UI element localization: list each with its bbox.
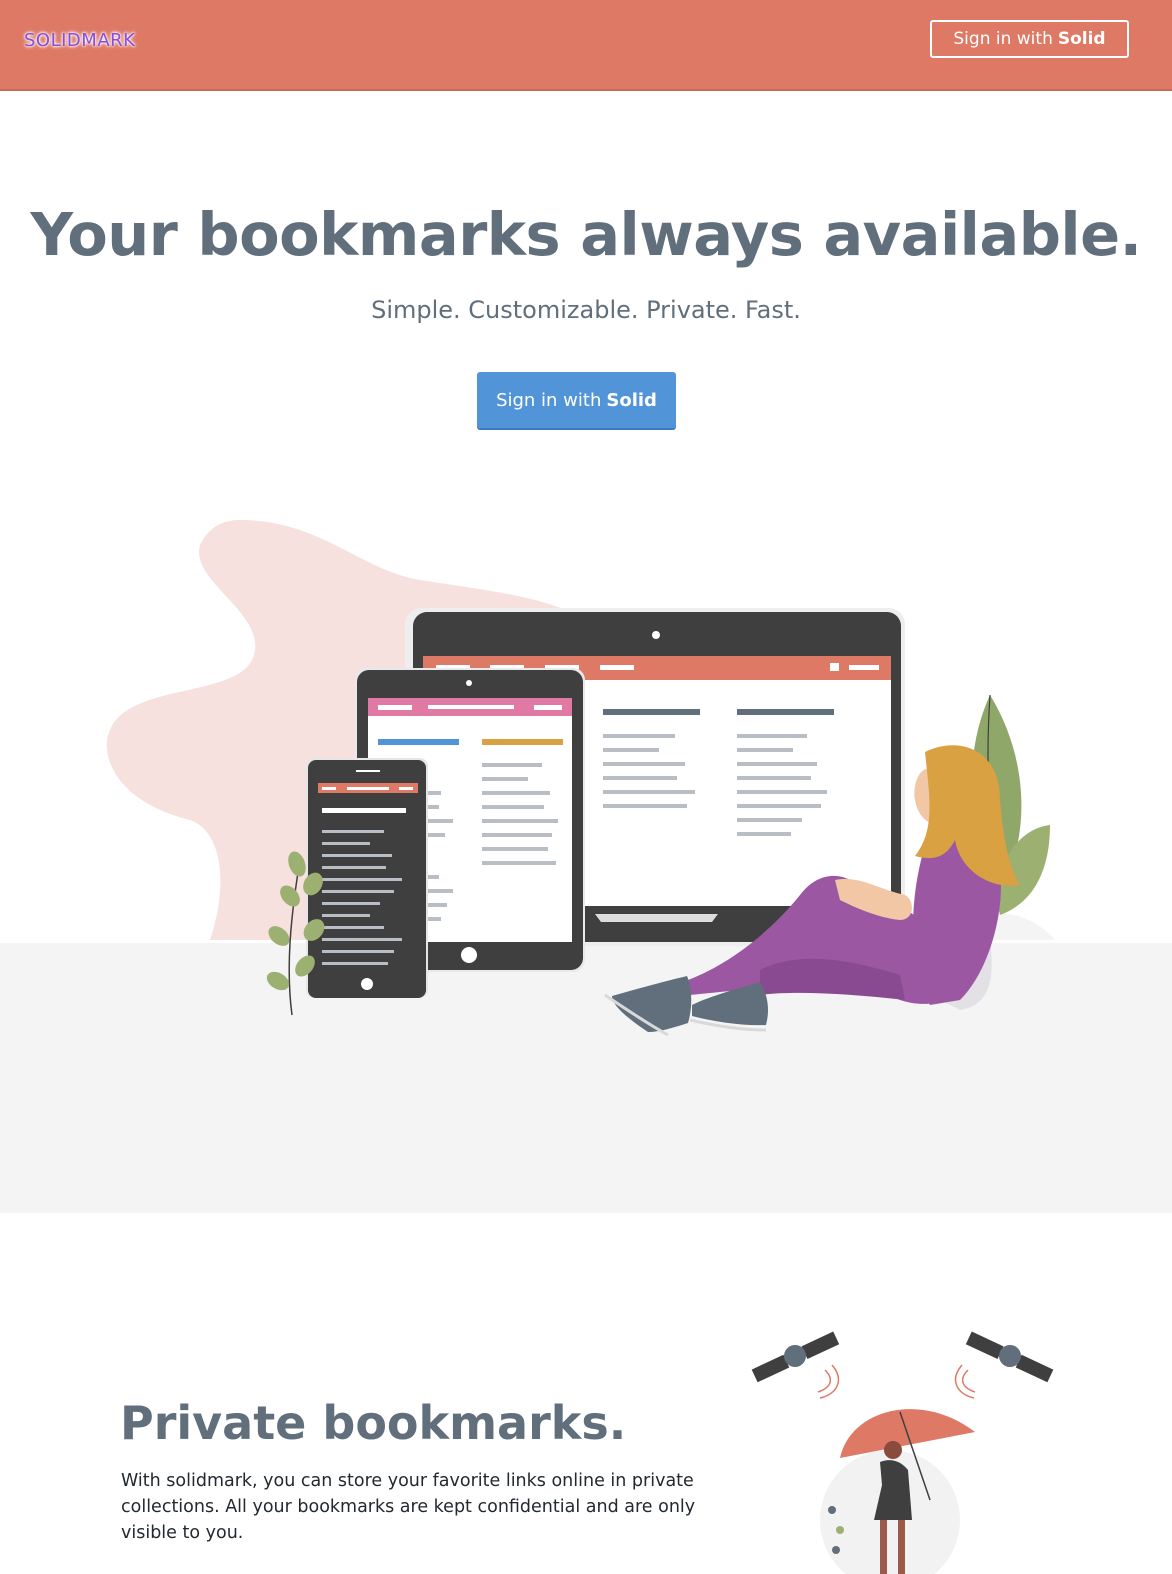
- header-sign-in-prefix: Sign in with: [953, 29, 1053, 49]
- hero-sign-in-prefix: Sign in with: [496, 389, 602, 411]
- hero-title: Your bookmarks always available.: [30, 200, 1142, 269]
- solidmark-logo[interactable]: SOLIDMARK: [24, 30, 135, 51]
- header-sign-in-emphasis: Solid: [1057, 29, 1106, 49]
- devices-illustration: [106, 520, 1055, 1037]
- hero-sign-in-button[interactable]: Sign in with Solid: [477, 372, 676, 430]
- hero-subtitle: Simple. Customizable. Private. Fast.: [371, 296, 801, 324]
- feature-description: With solidmark, you can store your favor…: [121, 1471, 696, 1543]
- top-navbar: SOLIDMARK Sign in with Solid: [0, 0, 1172, 91]
- header-sign-in-button[interactable]: Sign in with Solid: [930, 20, 1129, 58]
- hero-sign-in-emphasis: Solid: [606, 389, 657, 411]
- privacy-illustration: [751, 1331, 1054, 1574]
- feature-title: Private bookmarks.: [120, 1396, 627, 1450]
